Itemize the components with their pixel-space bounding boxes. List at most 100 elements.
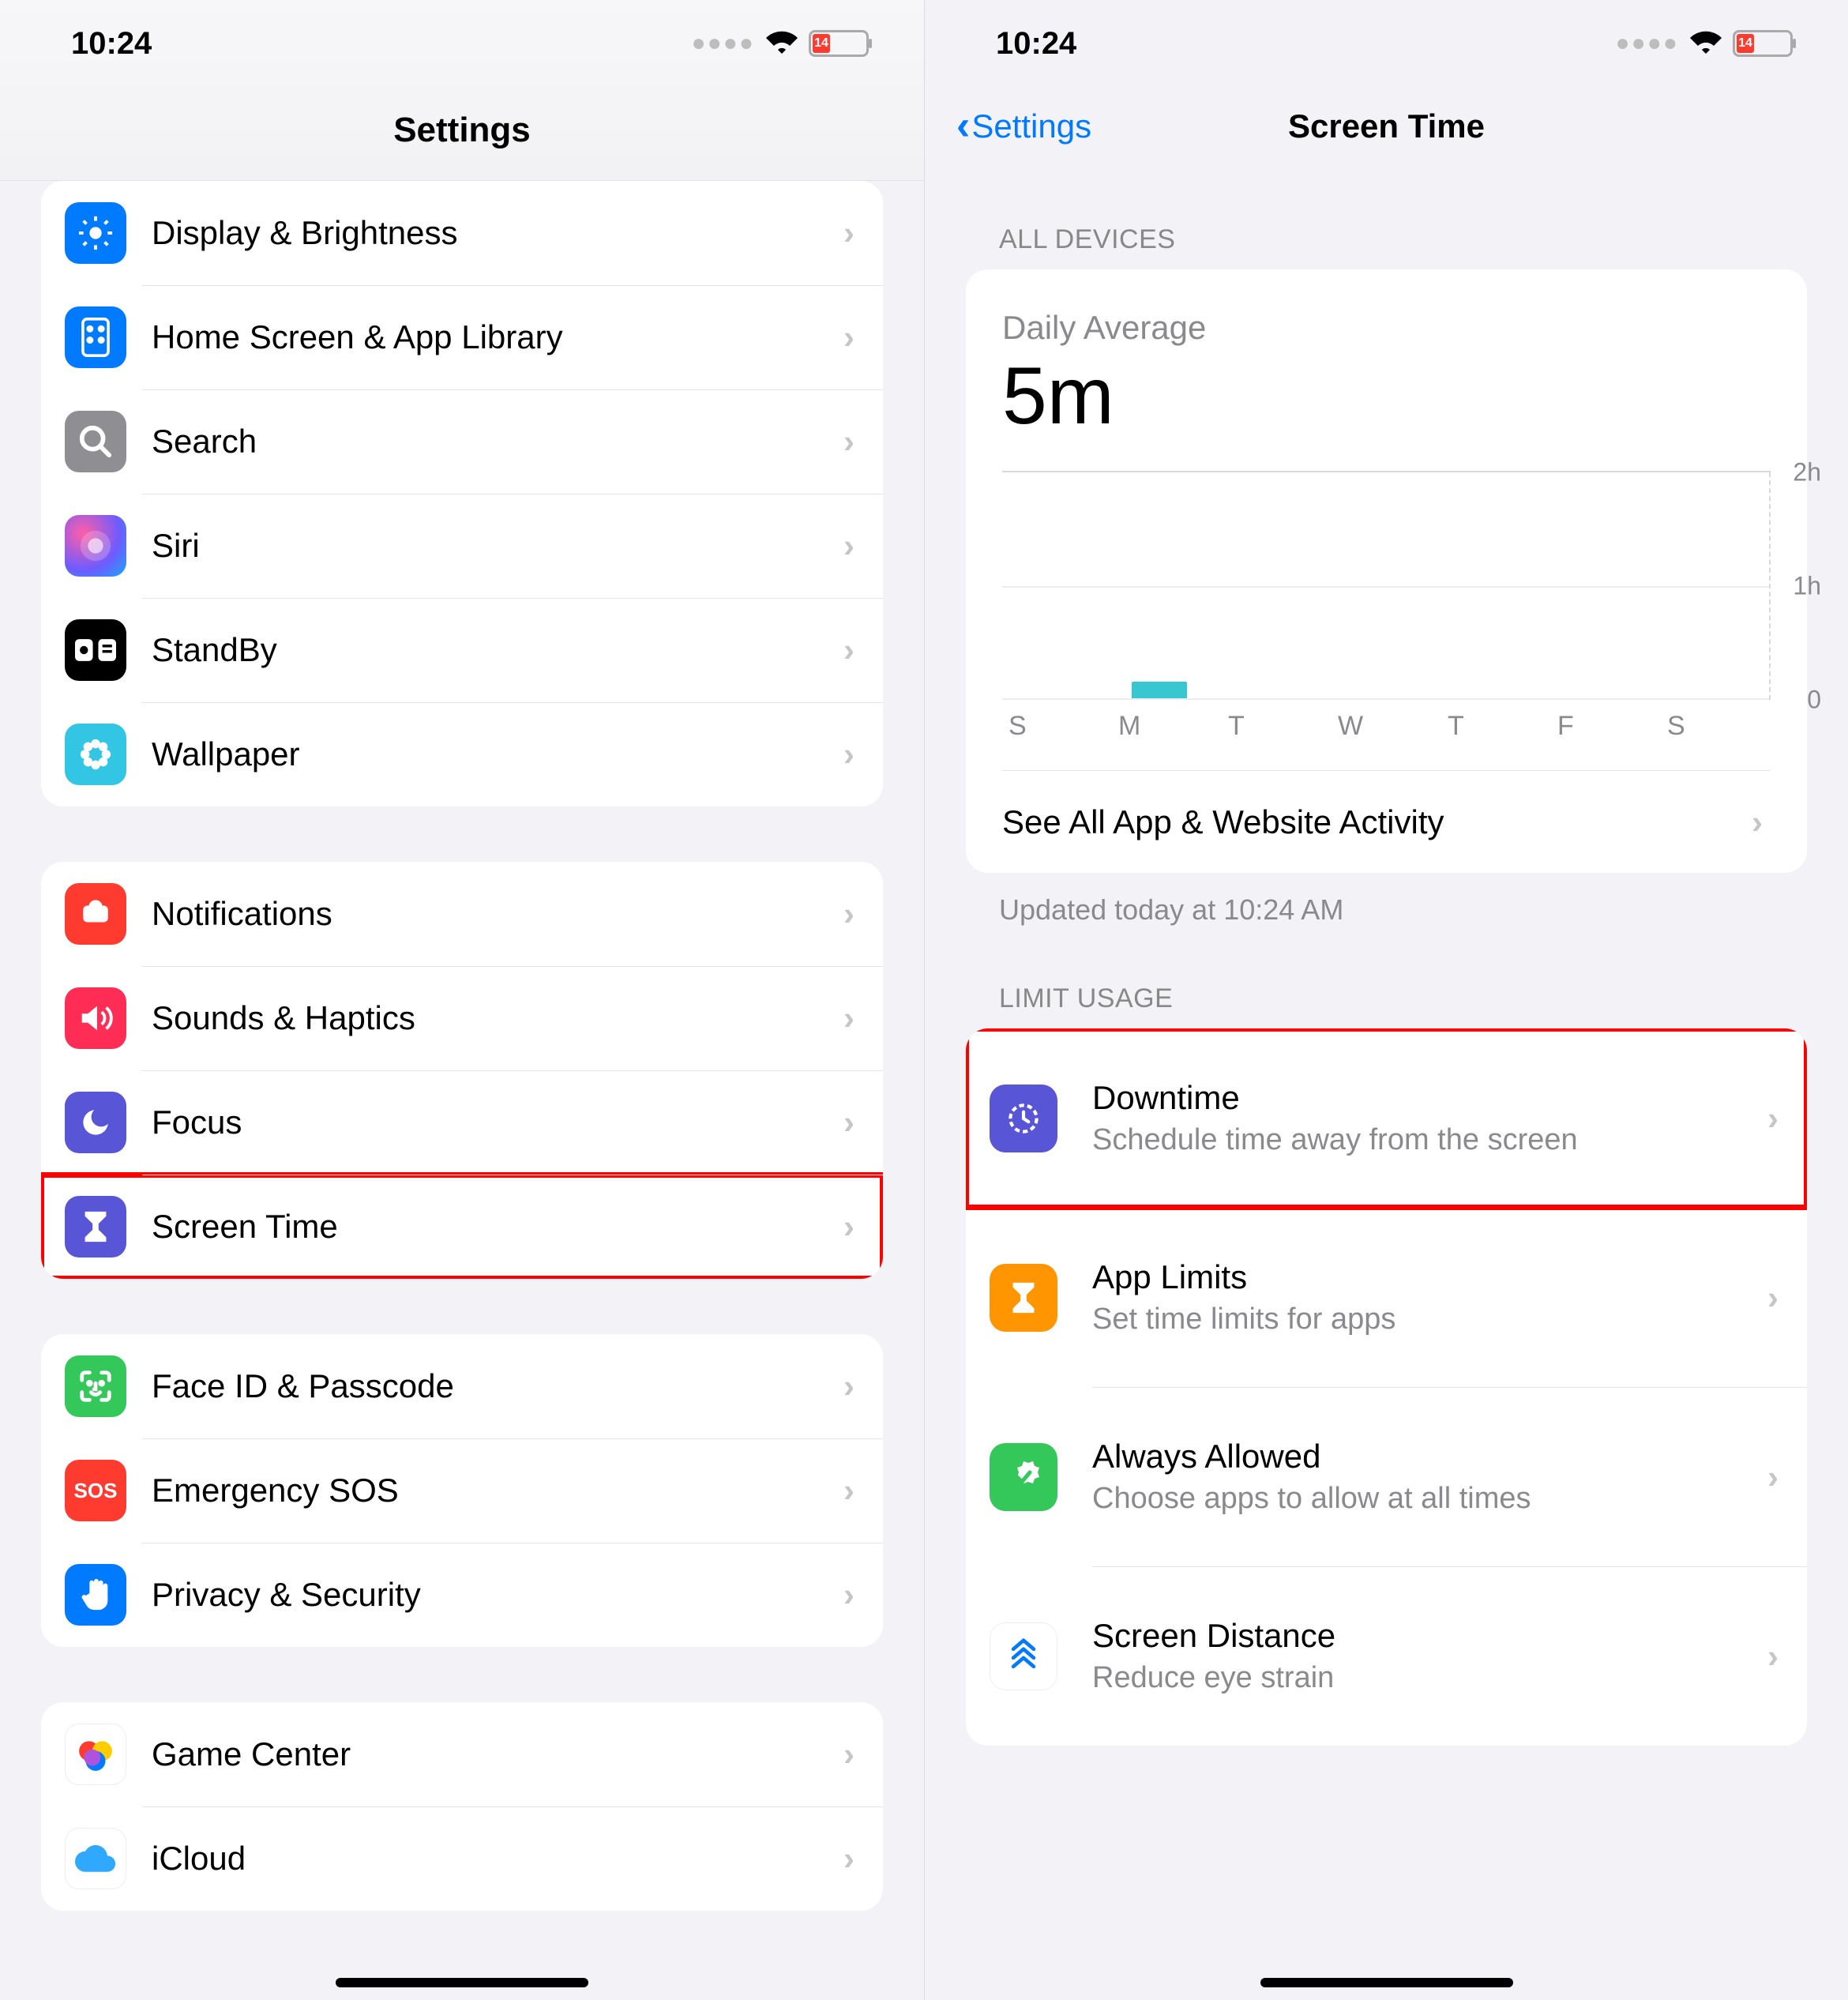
row-label: Emergency SOS [152, 1472, 843, 1509]
row-label: Face ID & Passcode [152, 1367, 843, 1405]
chevron-right-icon: › [843, 1840, 855, 1878]
row-siri[interactable]: Siri› [41, 494, 883, 598]
see-all-activity-row[interactable]: See All App & Website Activity › [1002, 770, 1771, 873]
bell-icon [65, 883, 126, 945]
row-standby[interactable]: StandBy› [41, 598, 883, 702]
home-indicator[interactable] [336, 1978, 588, 1987]
chevron-right-icon: › [1767, 1279, 1779, 1317]
hourglass-icon [990, 1264, 1057, 1332]
row-distance[interactable]: Screen Distance Reduce eye strain› [966, 1566, 1807, 1746]
chevron-right-icon: › [843, 1103, 855, 1141]
row-label: Wallpaper [152, 735, 843, 773]
siri-icon [65, 515, 126, 577]
row-label: Search [152, 423, 843, 461]
chevron-right-icon: › [1752, 803, 1763, 841]
row-label: Notifications [152, 895, 843, 933]
cellular-icon: ●●●● [1616, 30, 1679, 57]
chevron-right-icon: › [843, 423, 855, 461]
chevron-right-icon: › [1767, 1458, 1779, 1496]
sos-icon: SOS [65, 1460, 126, 1521]
chevron-right-icon: › [1767, 1637, 1779, 1675]
row-notifications[interactable]: Notifications› [41, 862, 883, 966]
row-label: Focus [152, 1103, 843, 1141]
daily-average-value: 5m [1002, 350, 1771, 442]
page-title: Screen Time [925, 107, 1848, 145]
chevron-right-icon: › [843, 999, 855, 1037]
chevron-right-icon: › [843, 527, 855, 565]
screen-time-screen: 10:24 ●●●● 14 ‹ Settings Screen Time ALL… [924, 0, 1848, 2000]
xtick: S [1661, 711, 1771, 742]
row-display[interactable]: Display & Brightness› [41, 181, 883, 285]
downtime-icon [990, 1085, 1057, 1152]
row-label: Game Center [152, 1735, 843, 1773]
row-sounds[interactable]: Sounds & Haptics› [41, 966, 883, 1070]
row-label: StandBy [152, 631, 843, 669]
row-applimits[interactable]: App LimitsSet time limits for apps› [966, 1208, 1807, 1387]
row-subtitle: Reduce eye strain [1092, 1661, 1767, 1695]
nav-bar: ‹ Settings Screen Time [925, 87, 1848, 167]
row-gamecenter[interactable]: Game Center› [41, 1702, 883, 1806]
row-search[interactable]: Search› [41, 389, 883, 494]
cellular-icon: ●●●● [692, 30, 755, 57]
chevron-right-icon: › [843, 631, 855, 669]
page-title: Settings [0, 87, 924, 180]
hand-icon [65, 1564, 126, 1626]
row-home[interactable]: Home Screen & App Library› [41, 285, 883, 389]
row-label: Display & Brightness [152, 214, 843, 252]
check-icon [990, 1443, 1057, 1511]
usage-chart: 2h 1h 0 [1002, 471, 1771, 700]
chevron-right-icon: › [843, 735, 855, 773]
row-allowed[interactable]: Always Allowed Choose apps to allow at al… [966, 1387, 1807, 1566]
row-focus[interactable]: Focus› [41, 1070, 883, 1175]
wifi-icon [766, 26, 798, 62]
gamecenter-icon [65, 1724, 126, 1785]
row-title: App Limits [1092, 1258, 1767, 1296]
chevron-right-icon: › [843, 214, 855, 252]
row-subtitle: Choose apps to allow at all times [1092, 1482, 1767, 1516]
x-axis-labels: SMTWTFS [1002, 711, 1771, 770]
row-privacy[interactable]: Privacy & Security› [41, 1543, 883, 1647]
row-faceid[interactable]: Face ID & Passcode› [41, 1334, 883, 1438]
bar [1132, 682, 1187, 698]
battery-icon: 14 [809, 30, 869, 57]
status-time: 10:24 [71, 26, 152, 62]
row-label: Home Screen & App Library [152, 318, 843, 356]
section-all-devices: ALL DEVICES [999, 224, 1774, 255]
daily-average-label: Daily Average [1002, 309, 1771, 347]
settings-group: Notifications›Sounds & Haptics›Focus›Scr… [41, 862, 883, 1279]
section-limit-usage: LIMIT USAGE [999, 983, 1774, 1014]
xtick: F [1551, 711, 1661, 742]
xtick: M [1112, 711, 1222, 742]
xtick: T [1222, 711, 1332, 742]
row-label: Siri [152, 527, 843, 565]
grid-icon [65, 306, 126, 368]
row-screentime[interactable]: Screen Time› [41, 1175, 883, 1279]
faceid-icon [65, 1355, 126, 1417]
chevron-right-icon: › [1767, 1100, 1779, 1137]
wifi-icon [1690, 26, 1722, 62]
usage-card: Daily Average 5m 2h 1h 0 SMTWTFS See All… [966, 269, 1807, 873]
row-label: iCloud [152, 1840, 843, 1878]
chevron-right-icon: › [843, 318, 855, 356]
row-label: Privacy & Security [152, 1576, 843, 1614]
status-time: 10:24 [996, 26, 1076, 62]
chevron-right-icon: › [843, 895, 855, 933]
battery-icon: 14 [1733, 30, 1793, 57]
row-wallpaper[interactable]: Wallpaper› [41, 702, 883, 806]
search-icon [65, 411, 126, 472]
see-all-label: See All App & Website Activity [1002, 803, 1752, 841]
ytick: 1h [1793, 572, 1821, 601]
ytick: 2h [1793, 458, 1821, 487]
home-indicator[interactable] [1260, 1978, 1513, 1987]
row-downtime[interactable]: DowntimeSchedule time away from the scre… [966, 1028, 1807, 1208]
row-subtitle: Schedule time away from the screen [1092, 1123, 1767, 1157]
moon-icon [65, 1092, 126, 1153]
settings-group: Face ID & Passcode›SOSEmergency SOS›Priv… [41, 1334, 883, 1647]
row-sos[interactable]: SOSEmergency SOS› [41, 1438, 883, 1543]
clock-icon [65, 619, 126, 681]
row-icloud[interactable]: iCloud› [41, 1806, 883, 1911]
distance-icon [990, 1622, 1057, 1690]
row-title: Always Allowed [1092, 1438, 1767, 1476]
row-title: Screen Distance [1092, 1617, 1767, 1655]
chevron-right-icon: › [843, 1735, 855, 1773]
